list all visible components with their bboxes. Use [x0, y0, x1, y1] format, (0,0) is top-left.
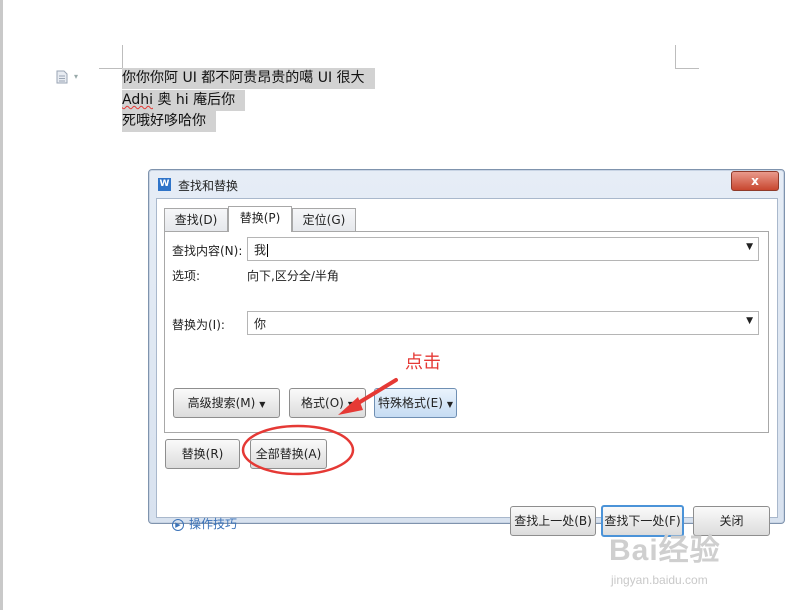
document-line-text: 奥 hi 庵后你 — [157, 92, 236, 108]
crop-mark — [99, 68, 123, 69]
dialog-title: 查找和替换 — [178, 179, 239, 193]
find-previous-button[interactable]: 查找上一处(B) — [510, 506, 596, 536]
tab-find[interactable]: 查找(D) — [164, 208, 228, 231]
format-button[interactable]: 格式(O) ▼ — [289, 388, 366, 418]
dialog-titlebar[interactable]: W 查找和替换 x — [149, 170, 784, 198]
watermark-logo: Bai经验 — [609, 534, 721, 567]
tab-goto[interactable]: 定位(G) — [292, 208, 356, 231]
paragraph-doc-icon[interactable] — [56, 70, 68, 84]
replace-all-button[interactable]: 全部替换(A) — [250, 439, 327, 469]
click-annotation-text: 点击 — [405, 352, 441, 373]
spellcheck-word: Adhi — [122, 92, 153, 108]
crop-mark — [122, 45, 123, 69]
window-left-edge — [0, 0, 3, 610]
play-icon: ▶ — [172, 518, 184, 531]
document-line: 死哦好哆哈你 — [122, 111, 216, 132]
find-value: 我 — [254, 243, 269, 257]
crop-mark — [675, 45, 676, 69]
replace-value: 你 — [254, 317, 267, 331]
dialog-client: 查找(D) 替换(P) 定位(G) 查找内容(N): 我 ▼ 选项: 向下,区分… — [156, 198, 778, 537]
chevron-down-icon[interactable]: ▼ — [746, 316, 753, 326]
chevron-down-icon[interactable]: ▼ — [746, 242, 753, 252]
watermark-url: jingyan.baidu.com — [611, 573, 708, 587]
operation-tips-link[interactable]: ▶ 操作技巧 — [172, 515, 237, 532]
replace-button[interactable]: 替换(R) — [165, 439, 240, 469]
wps-writer-icon: W — [158, 178, 171, 191]
document-line: 你你你阿 UI 都不阿贵昂贵的噶 UI 很大 — [122, 68, 375, 89]
replace-input[interactable]: 你 ▼ — [247, 311, 759, 335]
baidu-watermark: Bai经验 jingyan.baidu.com — [609, 525, 759, 595]
find-input[interactable]: 我 ▼ — [247, 237, 759, 261]
special-format-button[interactable]: 特殊格式(E) ▼ — [374, 388, 457, 418]
close-icon[interactable]: x — [731, 171, 779, 191]
find-label: 查找内容(N): — [172, 244, 243, 258]
find-replace-dialog: W 查找和替换 x 查找(D) 替换(P) 定位(G) 查找内容(N): 我 ▼… — [148, 169, 785, 537]
options-label: 选项: — [172, 269, 201, 283]
crop-mark — [675, 68, 699, 69]
chevron-down-icon[interactable]: ▾ — [74, 72, 78, 81]
replace-label: 替换为(I): — [172, 318, 225, 332]
advanced-search-button[interactable]: 高级搜索(M) ▼ — [173, 388, 280, 418]
replace-tab-panel: 查找内容(N): 我 ▼ 选项: 向下,区分全/半角 替换为(I): 你 ▼ 高… — [164, 231, 769, 433]
tab-replace[interactable]: 替换(P) — [228, 206, 292, 232]
document-line: Adhi 奥 hi 庵后你 — [122, 90, 246, 111]
options-value: 向下,区分全/半角 — [247, 269, 339, 283]
